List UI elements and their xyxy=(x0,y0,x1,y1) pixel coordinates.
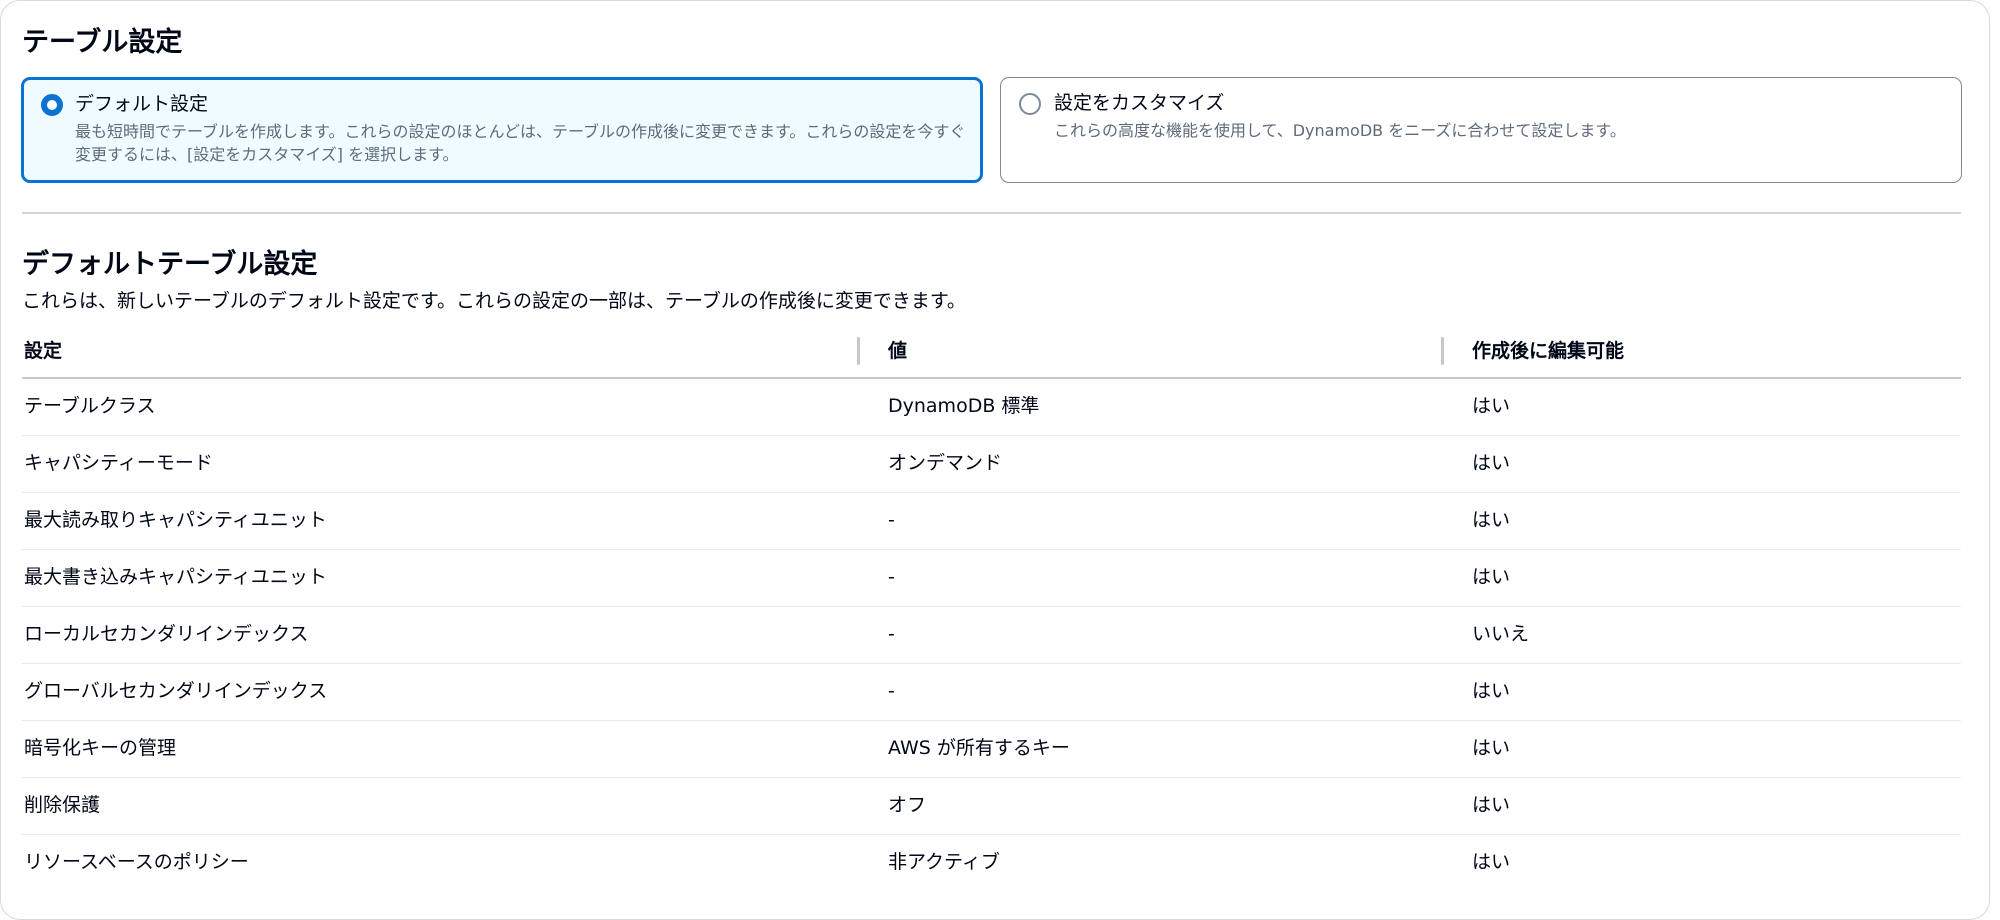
cell-setting: 最大読み取りキャパシティユニット xyxy=(24,509,327,531)
settings-table: 設定 値 作成後に編集可能 テーブルクラス DynamoDB 標準 はい キャパ… xyxy=(22,329,1961,891)
cell-editable: はい xyxy=(1472,851,1511,873)
table-row: 暗号化キーの管理 AWS が所有するキー はい xyxy=(22,721,1961,778)
table-row: キャパシティーモード オンデマンド はい xyxy=(22,436,1961,493)
table-row: 削除保護 オフ はい xyxy=(22,778,1961,835)
default-table-settings-description: これらは、新しいテーブルのデフォルト設定です。これらの設定の一部は、テーブルの作… xyxy=(22,290,966,312)
table-header: 設定 値 作成後に編集可能 xyxy=(22,329,1961,379)
column-resizer[interactable] xyxy=(857,337,860,365)
column-header-editable: 作成後に編集可能 xyxy=(1472,340,1625,362)
customize-settings-label: 設定をカスタマイズ xyxy=(1054,92,1225,114)
default-table-settings-title: デフォルトテーブル設定 xyxy=(22,249,318,280)
customize-settings-tile[interactable]: 設定をカスタマイズ これらの高度な機能を使用して、DynamoDB をニーズに合… xyxy=(1000,77,1962,183)
cell-setting: 削除保護 xyxy=(24,794,101,816)
cell-editable: はい xyxy=(1472,566,1511,588)
cell-setting: グローバルセカンダリインデックス xyxy=(24,680,328,702)
table-row: ローカルセカンダリインデックス - いいえ xyxy=(22,607,1961,664)
cell-setting: キャパシティーモード xyxy=(24,452,213,474)
cell-value: - xyxy=(888,566,895,588)
cell-setting: リソースベースのポリシー xyxy=(24,851,249,873)
cell-value: 非アクティブ xyxy=(888,851,1000,873)
cell-value: DynamoDB 標準 xyxy=(888,395,1040,417)
cell-setting: テーブルクラス xyxy=(24,395,156,417)
cell-editable: はい xyxy=(1472,452,1511,474)
table-settings-panel: テーブル設定 デフォルト設定 最も短時間でテーブルを作成します。これらの設定のほ… xyxy=(0,0,1990,920)
customize-settings-radio[interactable] xyxy=(1019,93,1041,115)
cell-value: - xyxy=(888,623,895,645)
cell-setting: 最大書き込みキャパシティユニット xyxy=(24,566,327,588)
customize-settings-description: これらの高度な機能を使用して、DynamoDB をニーズに合わせて設定します。 xyxy=(1054,121,1626,140)
default-settings-label: デフォルト設定 xyxy=(75,93,209,115)
cell-value: AWS が所有するキー xyxy=(888,737,1070,759)
cell-editable: はい xyxy=(1472,794,1511,816)
default-settings-description: 最も短時間でテーブルを作成します。これらの設定のほとんどは、テーブルの作成後に変… xyxy=(75,122,966,164)
cell-editable: はい xyxy=(1472,737,1511,759)
cell-setting: ローカルセカンダリインデックス xyxy=(24,623,309,645)
cell-setting: 暗号化キーの管理 xyxy=(24,737,177,759)
cell-editable: はい xyxy=(1472,680,1511,702)
cell-editable: はい xyxy=(1472,509,1511,531)
default-settings-tile[interactable]: デフォルト設定 最も短時間でテーブルを作成します。これらの設定のほとんどは、テー… xyxy=(21,77,983,183)
cell-editable: いいえ xyxy=(1472,623,1530,645)
cell-value: オフ xyxy=(888,794,927,816)
table-row: グローバルセカンダリインデックス - はい xyxy=(22,664,1961,721)
table-row: 最大書き込みキャパシティユニット - はい xyxy=(22,550,1961,607)
table-row: リソースベースのポリシー 非アクティブ はい xyxy=(22,835,1961,891)
cell-value: - xyxy=(888,680,895,702)
cell-editable: はい xyxy=(1472,395,1511,417)
column-header-value: 値 xyxy=(888,340,908,362)
default-settings-radio[interactable] xyxy=(41,94,63,116)
section-title: テーブル設定 xyxy=(22,27,183,58)
cell-value: - xyxy=(888,509,895,531)
cell-value: オンデマンド xyxy=(888,452,1003,474)
column-header-setting: 設定 xyxy=(24,340,63,362)
table-row: 最大読み取りキャパシティユニット - はい xyxy=(22,493,1961,550)
table-row: テーブルクラス DynamoDB 標準 はい xyxy=(22,379,1961,436)
column-resizer[interactable] xyxy=(1441,337,1444,365)
section-divider xyxy=(22,212,1961,214)
